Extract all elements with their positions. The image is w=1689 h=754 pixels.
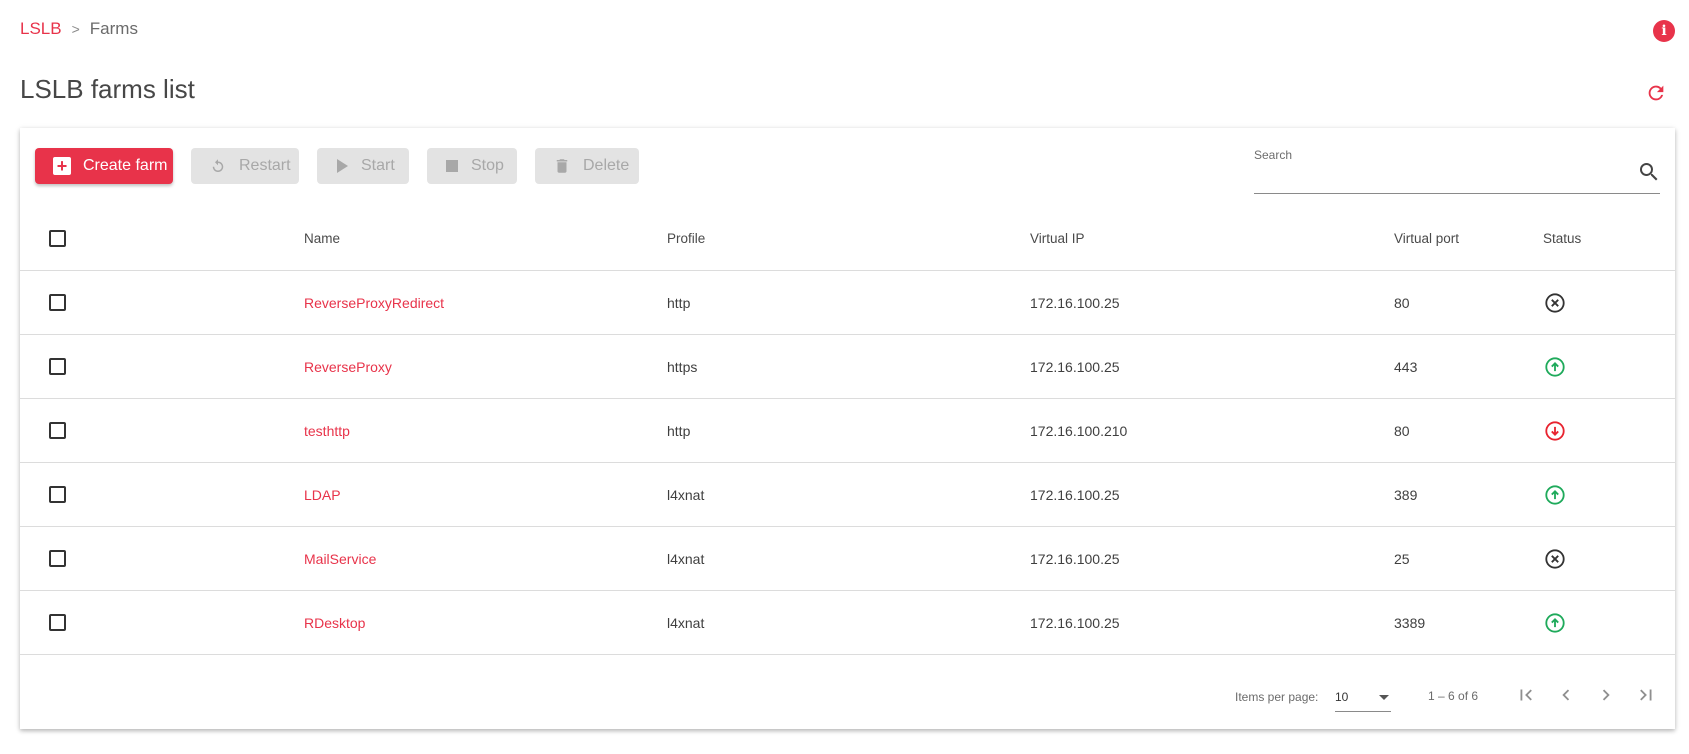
refresh-icon[interactable] xyxy=(1645,82,1667,104)
farms-card: + Create farm Restart Start Stop Delete … xyxy=(20,128,1675,729)
farm-virtual-port: 80 xyxy=(1394,422,1410,439)
breadcrumb-current: Farms xyxy=(89,19,138,38)
row-checkbox[interactable] xyxy=(49,486,66,503)
restart-icon xyxy=(212,159,224,172)
farm-name-link[interactable]: testhttp xyxy=(304,399,350,462)
farm-name-link[interactable]: ReverseProxy xyxy=(304,335,392,398)
breadcrumb: LSLB > Farms xyxy=(20,19,138,39)
row-checkbox[interactable] xyxy=(49,358,66,375)
create-farm-label: Create farm xyxy=(83,157,168,174)
column-header-virtual-port[interactable]: Virtual port xyxy=(1394,206,1459,270)
farm-name-link[interactable]: LDAP xyxy=(304,463,341,526)
farm-profile: http xyxy=(667,422,691,439)
first-page-icon xyxy=(1520,689,1532,701)
status-down-icon xyxy=(1545,292,1565,313)
breadcrumb-separator: > xyxy=(71,21,80,37)
row-checkbox[interactable] xyxy=(49,294,66,311)
status-down-icon xyxy=(1545,548,1565,569)
status-critical-icon xyxy=(1545,420,1565,441)
farm-profile: http xyxy=(667,294,691,311)
play-icon xyxy=(337,159,348,173)
last-page-icon xyxy=(1640,689,1652,701)
first-page-button[interactable] xyxy=(1510,679,1542,711)
stop-label: Stop xyxy=(471,157,504,174)
farm-virtual-port: 3389 xyxy=(1394,614,1426,631)
chevron-left-icon xyxy=(1562,689,1570,701)
restart-button[interactable]: Restart xyxy=(191,148,299,184)
farm-virtual-port: 389 xyxy=(1394,486,1418,503)
farm-profile: l4xnat xyxy=(667,486,705,503)
table-row: ReverseProxy https 172.16.100.25 443 xyxy=(20,335,1675,399)
column-header-virtual-ip[interactable]: Virtual IP xyxy=(1030,206,1085,270)
farm-virtual-port: 25 xyxy=(1394,550,1410,567)
farm-profile: l4xnat xyxy=(667,550,705,567)
breadcrumb-root-link[interactable]: LSLB xyxy=(20,19,62,39)
farm-virtual-ip: 172.16.100.25 xyxy=(1030,294,1120,311)
previous-page-button[interactable] xyxy=(1550,679,1582,711)
table-row: ReverseProxyRedirect http 172.16.100.25 … xyxy=(20,271,1675,335)
farm-virtual-ip: 172.16.100.25 xyxy=(1030,614,1120,631)
page-range-label: 1 – 6 of 6 xyxy=(1428,689,1479,703)
last-page-button[interactable] xyxy=(1630,679,1662,711)
farm-virtual-ip: 172.16.100.25 xyxy=(1030,358,1120,375)
chevron-right-icon xyxy=(1602,689,1610,701)
table-row: RDesktop l4xnat 172.16.100.25 3389 xyxy=(20,591,1675,655)
start-label: Start xyxy=(361,157,395,174)
page-size-select[interactable]: 10 xyxy=(1335,685,1391,712)
row-checkbox[interactable] xyxy=(49,422,66,439)
column-header-profile[interactable]: Profile xyxy=(667,206,705,270)
farm-name-link[interactable]: RDesktop xyxy=(304,591,365,654)
restart-label: Restart xyxy=(239,157,291,174)
search-underline xyxy=(1254,193,1660,194)
dropdown-arrow-icon xyxy=(1379,695,1389,700)
stop-button[interactable]: Stop xyxy=(427,148,517,184)
start-button[interactable]: Start xyxy=(317,148,409,184)
farm-profile: l4xnat xyxy=(667,614,705,631)
farm-name-link[interactable]: ReverseProxyRedirect xyxy=(304,271,444,334)
farm-virtual-port: 80 xyxy=(1394,294,1410,311)
create-farm-button[interactable]: + Create farm xyxy=(35,148,173,184)
table-row: LDAP l4xnat 172.16.100.25 389 xyxy=(20,463,1675,527)
search-label: Search xyxy=(1254,148,1293,162)
plus-icon: + xyxy=(53,157,71,175)
farm-virtual-ip: 172.16.100.210 xyxy=(1030,422,1128,439)
farm-virtual-ip: 172.16.100.25 xyxy=(1030,486,1120,503)
farm-name-link[interactable]: MailService xyxy=(304,527,376,590)
column-header-status[interactable]: Status xyxy=(1543,206,1581,270)
status-up-icon xyxy=(1545,356,1565,377)
search-input[interactable] xyxy=(1254,166,1638,192)
row-checkbox[interactable] xyxy=(49,550,66,567)
farm-virtual-ip: 172.16.100.25 xyxy=(1030,550,1120,567)
select-all-checkbox[interactable] xyxy=(49,229,66,247)
farm-virtual-port: 443 xyxy=(1394,358,1418,375)
column-header-name[interactable]: Name xyxy=(304,206,340,270)
items-per-page-label: Items per page: xyxy=(1235,690,1319,704)
table-header-row: Name Profile Virtual IP Virtual port Sta… xyxy=(20,206,1675,271)
farm-profile: https xyxy=(667,358,698,375)
table-row: MailService l4xnat 172.16.100.25 25 xyxy=(20,527,1675,591)
trash-icon xyxy=(556,159,568,173)
paginator: Items per page: 10 1 – 6 of 6 xyxy=(20,663,1675,729)
stop-icon xyxy=(446,160,458,172)
status-up-icon xyxy=(1545,612,1565,633)
search-icon[interactable] xyxy=(1637,160,1661,184)
page-title: LSLB farms list xyxy=(20,74,195,104)
next-page-button[interactable] xyxy=(1590,679,1622,711)
status-up-icon xyxy=(1545,484,1565,505)
page-size-value: 10 xyxy=(1335,690,1349,704)
info-icon[interactable]: i xyxy=(1653,20,1675,42)
delete-label: Delete xyxy=(583,157,630,174)
table-row: testhttp http 172.16.100.210 80 xyxy=(20,399,1675,463)
row-checkbox[interactable] xyxy=(49,614,66,631)
delete-button[interactable]: Delete xyxy=(535,148,639,184)
